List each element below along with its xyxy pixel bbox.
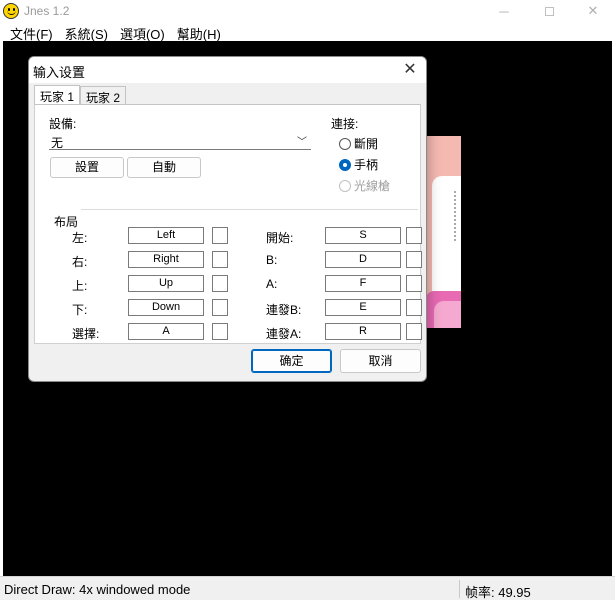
key-field-a[interactable]: F: [325, 275, 401, 292]
radio-gamepad-circle[interactable]: [339, 158, 351, 171]
key-label-turbo-a: 連發A:: [266, 327, 302, 341]
minimize-button[interactable]: ─: [482, 0, 526, 22]
cancel-button[interactable]: 取消: [340, 349, 421, 373]
radio-gamepad[interactable]: 手柄: [339, 156, 378, 173]
maximize-button[interactable]: [527, 0, 571, 22]
app-smiley-icon: [3, 3, 19, 19]
ok-button[interactable]: 确定: [251, 349, 332, 373]
menu-help[interactable]: 幫助(H): [171, 22, 227, 42]
game-artwork: [426, 136, 461, 328]
key-label-turbo-b: 連發B:: [266, 303, 302, 317]
key-extra-right[interactable]: [212, 251, 228, 268]
status-divider: [459, 580, 460, 598]
key-extra-turbo-a[interactable]: [406, 323, 422, 340]
radio-disconnect-label: 斷開: [354, 137, 379, 151]
key-field-turbo-b[interactable]: E: [325, 299, 401, 316]
key-field-up[interactable]: Up: [128, 275, 204, 292]
dialog-title-bar: 输入设置 ✕: [29, 57, 426, 83]
window-title: Jnes 1.2: [24, 4, 70, 18]
key-label-select: 選擇:: [72, 327, 100, 341]
fps-status: 帧率: 49.95: [465, 585, 531, 600]
connect-label: 連接:: [331, 117, 359, 131]
key-field-b[interactable]: D: [325, 251, 401, 268]
menu-options[interactable]: 選項(O): [114, 22, 171, 42]
title-bar: Jnes 1.2 ─ ✕: [0, 0, 615, 22]
menu-bar: 文件(F) 系統(S) 選項(O) 幫助(H): [0, 22, 615, 42]
key-label-right: 右:: [72, 255, 88, 269]
key-extra-down[interactable]: [212, 299, 228, 316]
key-label-a: A:: [266, 277, 278, 291]
key-field-left[interactable]: Left: [128, 227, 204, 244]
device-label: 設備:: [49, 117, 77, 131]
close-window-button[interactable]: ✕: [571, 0, 615, 22]
radio-gamepad-label: 手柄: [354, 158, 379, 172]
input-settings-dialog: 输入设置 ✕ 玩家 1 玩家 2 設備: 无 ﹀ 設置 自動 連接: 斷開 手柄…: [28, 56, 427, 382]
tab-player-2[interactable]: 玩家 2: [80, 86, 127, 105]
radio-lightgun: 光線槍: [339, 177, 390, 194]
layout-group-label: 布局: [54, 215, 79, 229]
chevron-down-icon: ﹀: [297, 137, 307, 148]
key-field-start[interactable]: S: [325, 227, 401, 244]
key-label-down: 下:: [72, 303, 88, 317]
key-field-turbo-a[interactable]: R: [325, 323, 401, 340]
key-extra-up[interactable]: [212, 275, 228, 292]
dialog-title: 输入设置: [33, 65, 86, 80]
menu-system[interactable]: 系統(S): [59, 22, 114, 42]
auto-button[interactable]: 自動: [127, 157, 201, 178]
radio-disconnect[interactable]: 斷開: [339, 135, 378, 152]
key-field-right[interactable]: Right: [128, 251, 204, 268]
key-label-start: 開始:: [266, 231, 294, 245]
radio-disconnect-circle[interactable]: [339, 137, 351, 150]
key-field-down[interactable]: Down: [128, 299, 204, 316]
player-tabs: 玩家 1 玩家 2: [34, 85, 127, 105]
status-bar: Direct Draw: 4x windowed mode 帧率: 49.95: [0, 576, 615, 600]
key-extra-left[interactable]: [212, 227, 228, 244]
key-extra-b[interactable]: [406, 251, 422, 268]
device-select-value: 无: [51, 136, 64, 150]
render-mode-status: Direct Draw: 4x windowed mode: [4, 582, 191, 597]
key-extra-start[interactable]: [406, 227, 422, 244]
radio-lightgun-label: 光線槍: [354, 179, 391, 193]
key-extra-select[interactable]: [212, 323, 228, 340]
layout-group-divider: [81, 209, 418, 210]
tab-player-1[interactable]: 玩家 1: [34, 85, 81, 105]
menu-file[interactable]: 文件(F): [4, 22, 59, 42]
key-label-b: B:: [266, 253, 278, 267]
key-extra-turbo-b[interactable]: [406, 299, 422, 316]
maximize-icon: [544, 6, 554, 16]
setup-button[interactable]: 設置: [50, 157, 124, 178]
device-select[interactable]: 无 ﹀: [49, 133, 311, 150]
key-field-select[interactable]: A: [128, 323, 204, 340]
key-label-up: 上:: [72, 279, 88, 293]
key-label-left: 左:: [72, 231, 88, 245]
key-extra-a[interactable]: [406, 275, 422, 292]
radio-lightgun-circle: [339, 179, 351, 192]
dialog-close-icon[interactable]: ✕: [400, 59, 420, 79]
